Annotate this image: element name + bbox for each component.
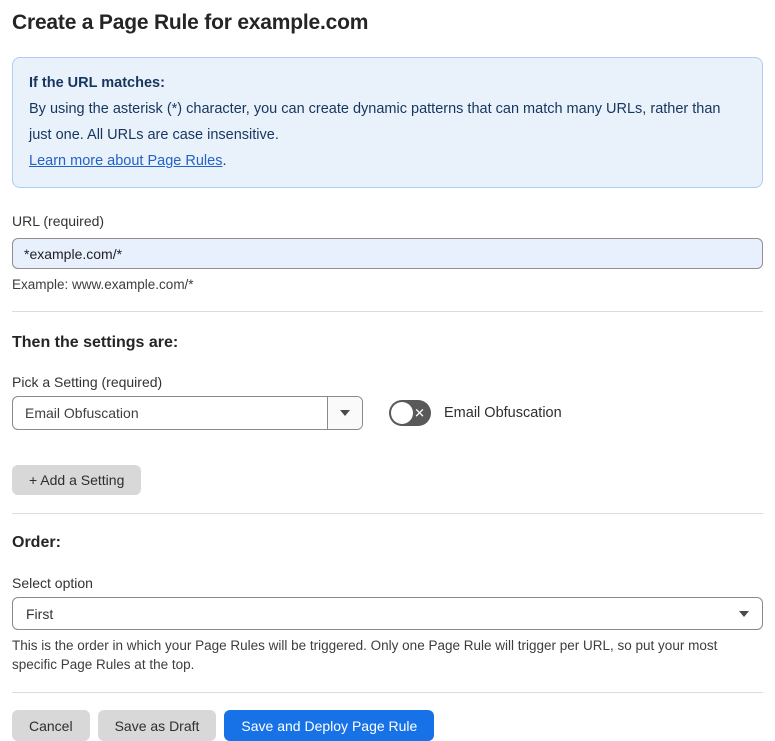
setting-select-value: Email Obfuscation: [25, 405, 139, 421]
learn-more-link[interactable]: Learn more about Page Rules: [29, 153, 222, 169]
save-as-draft-button[interactable]: Save as Draft: [97, 710, 217, 741]
section-divider: [12, 513, 763, 514]
setting-select-caret-button[interactable]: [327, 397, 362, 429]
save-and-deploy-button[interactable]: Save and Deploy Page Rule: [224, 710, 435, 741]
setting-select[interactable]: Email Obfuscation: [12, 396, 363, 430]
order-select-value: First: [26, 605, 54, 622]
page-title: Create a Page Rule for example.com: [12, 11, 369, 34]
url-example-helper: Example: www.example.com/*: [12, 277, 194, 292]
chevron-down-icon: [739, 610, 749, 617]
link-period: .: [222, 153, 227, 169]
order-section-heading: Order:: [12, 534, 61, 551]
toggle-knob: [391, 402, 413, 424]
footer-divider: [12, 692, 763, 693]
order-select-label: Select option: [12, 575, 93, 591]
info-box-link-line: Learn more about Page Rules.: [29, 148, 746, 174]
url-match-info-box: If the URL matches: By using the asteris…: [12, 57, 763, 188]
info-box-body-text: By using the asterisk (*) character, you…: [29, 101, 721, 143]
order-select[interactable]: First: [12, 597, 763, 630]
order-helper-text: This is the order in which your Page Rul…: [12, 638, 718, 672]
section-divider: [12, 311, 763, 312]
pick-setting-label: Pick a Setting (required): [12, 374, 163, 390]
url-input[interactable]: [12, 238, 763, 269]
email-obfuscation-toggle[interactable]: ✕: [389, 400, 431, 426]
chevron-down-icon: [340, 410, 350, 416]
create-page-rule-form: Create a Page Rule for example.com If th…: [0, 0, 775, 741]
add-setting-button[interactable]: + Add a Setting: [12, 465, 142, 495]
settings-section-heading: Then the settings are:: [12, 334, 179, 351]
toggle-x-icon: ✕: [414, 405, 425, 421]
info-box-heading: If the URL matches:: [29, 75, 165, 91]
footer-actions: Cancel Save as Draft Save and Deploy Pag…: [12, 710, 763, 741]
cancel-button[interactable]: Cancel: [12, 710, 90, 741]
toggle-label: Email Obfuscation: [444, 405, 562, 421]
url-field-label: URL (required): [12, 213, 105, 229]
setting-row: Email Obfuscation ✕ Email Obfuscation: [12, 396, 763, 430]
info-box-body: By using the asterisk (*) character, you…: [29, 96, 746, 148]
